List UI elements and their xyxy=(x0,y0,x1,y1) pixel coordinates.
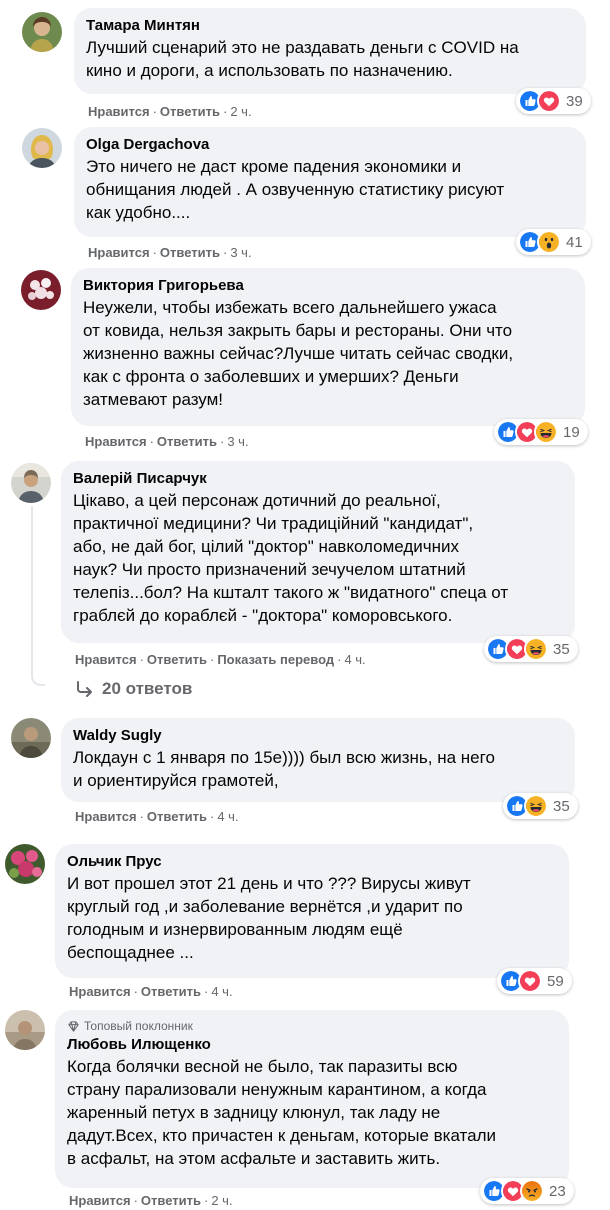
reaction-count: 39 xyxy=(566,92,583,110)
comment-time[interactable]: 3 ч. xyxy=(230,245,251,260)
comment-text: Когда болячки весной не было, так парази… xyxy=(67,1057,497,1168)
comment-bubble: Топовый поклонник Любовь Илющенко Когда … xyxy=(55,1010,569,1188)
comment-text: Это ничего не даст кроме падения экономи… xyxy=(86,157,505,222)
comment-author[interactable]: Ольчик Прус xyxy=(67,852,557,872)
reaction-summary[interactable]: 19 xyxy=(494,419,588,445)
replies-count: 20 ответов xyxy=(102,679,193,698)
comment-text: Лучший сценарий это не раздавать деньги … xyxy=(86,38,519,80)
reaction-count: 23 xyxy=(549,1182,566,1200)
avatar[interactable] xyxy=(5,844,45,884)
angry-icon xyxy=(520,1179,544,1203)
comment-text: Цікаво, а цей персонаж дотичний до реаль… xyxy=(73,491,509,625)
reaction-count: 35 xyxy=(553,797,570,815)
avatar[interactable] xyxy=(5,1010,45,1050)
avatar[interactable] xyxy=(21,270,61,310)
reaction-summary[interactable]: 59 xyxy=(497,968,572,994)
reply-button[interactable]: Ответить xyxy=(160,104,220,119)
diamond-icon xyxy=(68,1020,79,1032)
comment-actions: Нравится · Ответить · 2 ч. xyxy=(88,104,252,119)
comment-bubble: Olga Dergachova Это ничего не даст кроме… xyxy=(74,127,586,237)
like-button[interactable]: Нравится xyxy=(69,1193,131,1208)
haha-icon xyxy=(524,794,548,818)
reaction-count: 35 xyxy=(553,640,570,658)
comment-author[interactable]: Waldy Sugly xyxy=(73,726,563,746)
comment-actions: Нравится · Ответить · 4 ч. xyxy=(75,809,239,824)
reply-arrow-icon xyxy=(77,681,92,697)
reaction-summary[interactable]: 39 xyxy=(516,88,591,114)
avatar[interactable] xyxy=(22,128,62,168)
thread-line xyxy=(31,506,45,686)
comment-actions: Нравится · Ответить · 4 ч. xyxy=(69,984,233,999)
avatar[interactable] xyxy=(11,718,51,758)
comment-text: Неужели, чтобы избежать всего дальнейшег… xyxy=(83,298,514,409)
reply-button[interactable]: Ответить xyxy=(147,809,207,824)
reply-button[interactable]: Ответить xyxy=(157,434,217,449)
reaction-count: 19 xyxy=(563,423,580,441)
reaction-summary[interactable]: 41 xyxy=(516,229,591,255)
translate-button[interactable]: Показать перевод xyxy=(217,652,334,667)
reaction-summary[interactable]: 35 xyxy=(484,636,578,662)
like-button[interactable]: Нравится xyxy=(88,245,150,260)
top-fan-badge[interactable]: Топовый поклонник xyxy=(67,1018,557,1034)
comment-author[interactable]: Виктория Григорьева xyxy=(83,276,573,296)
comment-time[interactable]: 4 ч. xyxy=(344,652,365,667)
comment-author[interactable]: Любовь Илющенко xyxy=(67,1035,557,1055)
comment-time[interactable]: 4 ч. xyxy=(211,984,232,999)
like-button[interactable]: Нравится xyxy=(75,652,137,667)
comment-bubble: Тамара Минтян Лучший сценарий это не раз… xyxy=(74,8,586,94)
avatar[interactable] xyxy=(22,12,62,52)
comment-bubble: Виктория Григорьева Неужели, чтобы избеж… xyxy=(71,268,585,426)
avatar[interactable] xyxy=(11,463,51,503)
reaction-summary[interactable]: 35 xyxy=(503,793,578,819)
comment-author[interactable]: Тамара Минтян xyxy=(86,16,574,36)
comment-text: Локдаун с 1 января по 15е)))) был всю жи… xyxy=(73,748,495,790)
like-button[interactable]: Нравится xyxy=(85,434,147,449)
comment-time[interactable]: 2 ч. xyxy=(230,104,251,119)
wow-icon xyxy=(537,230,561,254)
comment-time[interactable]: 3 ч. xyxy=(227,434,248,449)
comment-actions: Нравится · Ответить · 3 ч. xyxy=(85,434,249,449)
reply-button[interactable]: Ответить xyxy=(147,652,207,667)
reply-button[interactable]: Ответить xyxy=(141,984,201,999)
comment-author[interactable]: Валерій Писарчук xyxy=(73,469,563,489)
love-icon xyxy=(537,89,561,113)
badge-label: Топовый поклонник xyxy=(84,1019,193,1033)
reply-button[interactable]: Ответить xyxy=(141,1193,201,1208)
comment-actions: Нравится · Ответить · Показать перевод · 4 ч. xyxy=(75,652,366,667)
haha-icon xyxy=(534,420,558,444)
comment-time[interactable]: 2 ч. xyxy=(211,1193,232,1208)
like-button[interactable]: Нравится xyxy=(75,809,137,824)
reply-button[interactable]: Ответить xyxy=(160,245,220,260)
love-icon xyxy=(518,969,542,993)
like-button[interactable]: Нравится xyxy=(88,104,150,119)
view-replies-link[interactable]: 20 ответов xyxy=(76,679,192,699)
reaction-summary[interactable]: 23 xyxy=(480,1178,574,1204)
haha-icon xyxy=(524,637,548,661)
comment-bubble: Ольчик Прус И вот прошел этот 21 день и … xyxy=(55,844,569,978)
comment-author[interactable]: Olga Dergachova xyxy=(86,135,574,155)
comment-actions: Нравится · Ответить · 3 ч. xyxy=(88,245,252,260)
comment-bubble: Валерій Писарчук Цікаво, а цей персонаж … xyxy=(61,461,575,643)
comment-actions: Нравится · Ответить · 2 ч. xyxy=(69,1193,233,1208)
like-button[interactable]: Нравится xyxy=(69,984,131,999)
comment-text: И вот прошел этот 21 день и что ??? Виру… xyxy=(67,874,471,962)
reaction-count: 59 xyxy=(547,972,564,990)
comment-bubble: Waldy Sugly Локдаун с 1 января по 15е)))… xyxy=(61,718,575,802)
reaction-count: 41 xyxy=(566,233,583,251)
comment-time[interactable]: 4 ч. xyxy=(217,809,238,824)
